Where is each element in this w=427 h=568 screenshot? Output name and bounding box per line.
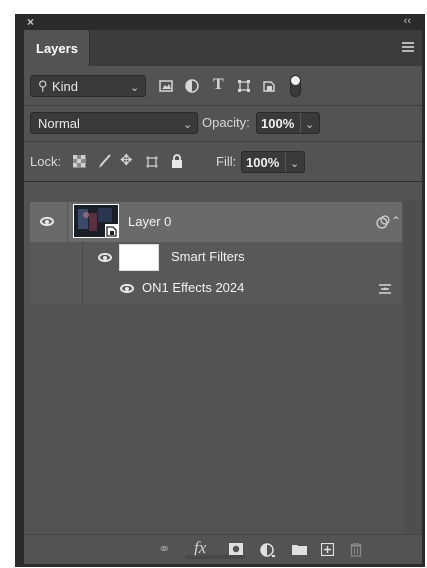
smart-filter-indicator-icon: [376, 215, 390, 229]
fill-input[interactable]: 100% ⌄: [241, 151, 305, 173]
opacity-value: 100%: [261, 116, 295, 131]
panel-menu-icon[interactable]: [402, 42, 414, 52]
chevron-down-icon: ⌄: [130, 82, 140, 94]
fill-label: Fill:: [216, 154, 237, 169]
layers-panel: Layers ⚲ Kind ⌄ T Normal ⌄ Opacity: 100%…: [24, 30, 422, 564]
blending-options-icon[interactable]: [378, 283, 392, 295]
layers-scrollbar[interactable]: [404, 200, 422, 534]
chevron-down-icon: ⌄: [305, 119, 315, 131]
effect-name: ON1 Effects 2024: [142, 280, 245, 295]
close-panel-button[interactable]: ×: [27, 15, 34, 29]
lock-artboard-icon[interactable]: [145, 155, 159, 169]
collapse-effects-chevron-icon[interactable]: ⌃: [391, 214, 401, 228]
new-fill-adjustment-icon[interactable]: [260, 543, 276, 558]
smart-filter-mask-thumbnail[interactable]: [119, 244, 159, 271]
tab-layers-label: Layers: [36, 41, 78, 56]
lock-image-pixels-icon[interactable]: [97, 154, 111, 169]
smart-object-filter-icon[interactable]: [262, 79, 276, 93]
filter-kind-select[interactable]: ⚲ Kind ⌄: [30, 75, 146, 97]
opacity-label: Opacity:: [202, 115, 250, 130]
filter-toggle[interactable]: [290, 75, 301, 97]
lock-position-icon[interactable]: ✥: [120, 153, 133, 168]
type-layer-filter-icon[interactable]: T: [213, 77, 224, 93]
delete-layer-trash-icon[interactable]: [350, 543, 362, 557]
layers-panel-frame: × ‹‹ Layers ⚲ Kind ⌄ T Normal ⌄ Opacity:…: [15, 14, 425, 567]
lock-row: Lock: ✥ Fill: 100% ⌄: [24, 142, 422, 182]
filter-kind-label: Kind: [52, 79, 79, 94]
smart-filters-label: Smart Filters: [171, 249, 245, 264]
lock-all-icon[interactable]: [171, 154, 183, 168]
blend-mode-value: Normal: [38, 116, 80, 131]
chevron-down-icon: ⌄: [290, 158, 300, 170]
visibility-eye-icon[interactable]: [40, 217, 54, 226]
new-group-folder-icon[interactable]: [292, 543, 307, 555]
panel-resize-grip[interactable]: [180, 554, 250, 560]
visibility-eye-icon[interactable]: [98, 253, 112, 262]
smart-filters-row[interactable]: Smart Filters: [30, 242, 402, 274]
layer-row-layer-0[interactable]: Layer 0 ⌃: [30, 202, 402, 242]
opacity-input[interactable]: 100% ⌄: [256, 112, 320, 134]
new-layer-icon[interactable]: [321, 543, 334, 556]
shape-layer-filter-icon[interactable]: [237, 79, 251, 93]
layer-0-name: Layer 0: [128, 214, 172, 229]
visibility-eye-icon[interactable]: [120, 284, 134, 293]
filter-effect-row[interactable]: ON1 Effects 2024: [30, 274, 402, 304]
tab-layers[interactable]: Layers: [24, 30, 90, 66]
blend-mode-select[interactable]: Normal ⌄: [30, 112, 198, 134]
fill-value: 100%: [246, 155, 280, 170]
smart-object-badge-icon: [105, 224, 119, 238]
lock-label: Lock:: [30, 154, 62, 169]
filter-row: ⚲ Kind ⌄ T: [24, 66, 422, 106]
panel-title-strip: × ‹‹: [15, 14, 425, 30]
add-layer-style-button[interactable]: fx: [194, 539, 206, 556]
lock-transparent-pixels-icon[interactable]: [73, 155, 86, 168]
chevron-down-icon: ⌄: [183, 119, 193, 131]
blend-row: Normal ⌄ Opacity: 100% ⌄: [24, 106, 422, 142]
filter-toggle-knob: [291, 76, 300, 85]
layer-thumbnail[interactable]: [73, 204, 119, 238]
link-layers-icon[interactable]: ⚭: [158, 542, 171, 557]
collapse-panel-button[interactable]: ‹‹: [404, 15, 411, 27]
pixel-layer-filter-icon[interactable]: [159, 79, 173, 93]
tab-bar: Layers: [24, 30, 422, 66]
search-icon: ⚲: [38, 78, 48, 93]
adjustment-layer-filter-icon[interactable]: [185, 79, 199, 93]
